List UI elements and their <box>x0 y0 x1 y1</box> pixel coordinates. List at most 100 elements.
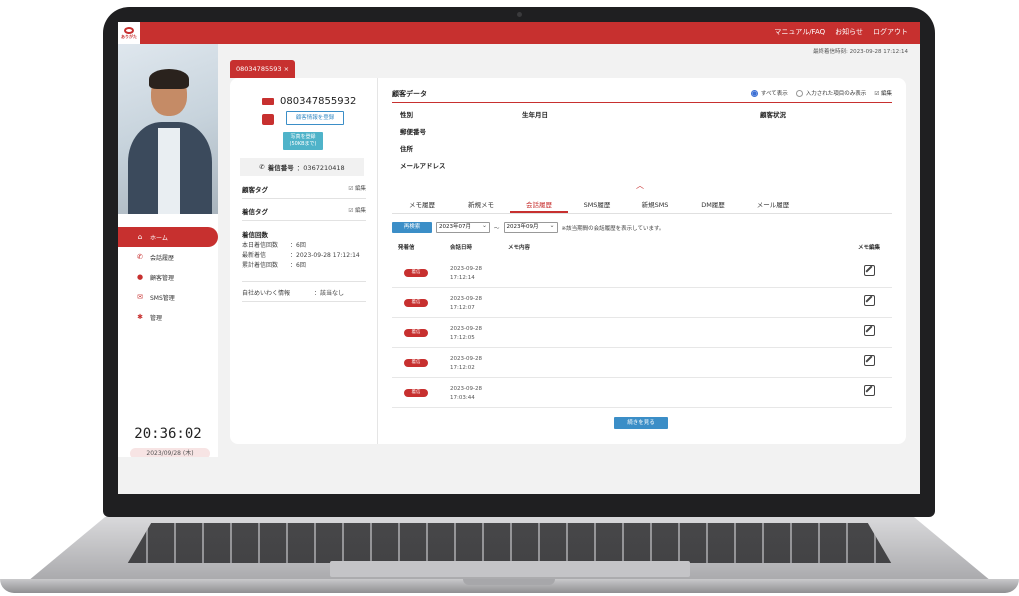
close-icon[interactable]: × <box>284 65 289 73</box>
tab-new-sms[interactable]: 新規SMS <box>626 198 684 213</box>
edit-customer-data-button[interactable]: ☑ 編集 <box>874 89 892 97</box>
edit-memo-icon[interactable] <box>864 385 875 396</box>
tab-memo-history[interactable]: メモ履歴 <box>392 198 452 213</box>
table-row: 着信 2023-09-28 17:12:07 <box>392 288 892 318</box>
field-birthday: 生年月日 <box>522 111 548 119</box>
photo-button-label: 写真を登録 <box>290 134 316 140</box>
phone-icon: ✆ <box>259 163 265 171</box>
edit-memo-icon[interactable] <box>864 355 875 366</box>
video-call-icon[interactable] <box>262 98 274 105</box>
page-footer <box>118 457 920 494</box>
phone-row: 080347855932 <box>262 96 356 107</box>
home-icon: ⌂ <box>137 233 143 241</box>
customer-data-title: 顧客データ <box>392 90 427 98</box>
call-datetime: 2023-09-28 17:03:44 <box>450 386 482 401</box>
tab-call-history[interactable]: 会話履歴 <box>510 198 568 213</box>
tab-mail-history[interactable]: メール履歴 <box>742 198 804 213</box>
sidebar-item-customers[interactable]: ● 顧客管理 <box>118 267 218 287</box>
tab-sms-history[interactable]: SMS履歴 <box>568 198 626 213</box>
customer-data-header: 顧客データ すべて表示 入力された項目のみ表示 ☑ 編集 <box>392 89 892 103</box>
sidebar-item-call-history[interactable]: ✆ 会話履歴 <box>118 247 218 267</box>
load-more-button[interactable]: 続きを見る <box>614 417 668 429</box>
call-history-table: 着信 2023-09-28 17:12:14 着信 2023-09-28 17:12… <box>392 258 892 408</box>
period-to-select[interactable]: 2023年09月 <box>503 221 558 233</box>
edit-memo-icon[interactable] <box>864 265 875 276</box>
phone-icon: ✆ <box>137 253 143 261</box>
sidebar-item-label: ホーム <box>150 234 168 242</box>
sidebar-item-home[interactable]: ⌂ ホーム <box>118 227 218 247</box>
incoming-tag-row: 着信タグ ☑ 編集 <box>242 206 366 221</box>
research-button[interactable]: 再検索 <box>392 222 432 233</box>
table-row: 着信 2023-09-28 17:12:14 <box>392 258 892 288</box>
sidebar-item-label: 会話履歴 <box>150 254 175 262</box>
header-memo-edit: メモ編集 <box>858 245 881 251</box>
webcam <box>517 12 522 17</box>
call-datetime: 2023-09-28 17:12:14 <box>450 266 482 281</box>
field-gender: 性別 <box>400 111 413 119</box>
user-icon: ● <box>136 273 144 281</box>
call-datetime: 2023-09-28 17:12:07 <box>450 296 482 311</box>
field-status: 顧客状況 <box>760 111 786 119</box>
top-nav: マニュアル/FAQ お知らせ ログアウト <box>774 27 908 37</box>
table-row: 着信 2023-09-28 17:12:02 <box>392 348 892 378</box>
sidebar-item-sms[interactable]: ✉ SMS管理 <box>118 287 218 307</box>
tab-label: 08034785593 <box>236 65 282 73</box>
table-header: 発着信 会話日時 メモ内容 メモ編集 <box>392 243 892 253</box>
app-logo[interactable]: ありがた <box>118 22 140 44</box>
table-row: 着信 2023-09-28 17:03:44 <box>392 378 892 408</box>
logo-text: ありがた <box>121 34 137 39</box>
collapse-caret-icon[interactable]: ︿ <box>636 180 644 191</box>
keyboard <box>127 523 892 563</box>
last-call-time: 最終着信時刻: 2023-09-28 17:12:14 <box>812 49 908 55</box>
call-datetime: 2023-09-28 17:12:05 <box>450 326 482 341</box>
register-customer-button[interactable]: 顧客情報を登録 <box>286 111 344 125</box>
edit-incoming-tag-button[interactable]: ☑ 編集 <box>348 206 366 216</box>
radio-show-all[interactable]: すべて表示 <box>750 89 788 97</box>
incoming-badge: 着信 <box>404 359 428 367</box>
photo-button-sublabel: (50KBまで) <box>289 141 317 147</box>
radio-show-filled[interactable]: 入力された項目のみ表示 <box>795 89 866 97</box>
top-bar: ありがた マニュアル/FAQ お知らせ ログアウト <box>118 22 920 44</box>
field-address: 住所 <box>400 145 413 153</box>
call-datetime: 2023-09-28 17:12:02 <box>450 356 482 371</box>
period-filter: 再検索 2023年07月 〜 2023年09月 ※該当期間の会話履歴を表示してい… <box>392 221 665 233</box>
header-memo: メモ内容 <box>508 245 531 251</box>
trackpad <box>330 561 690 577</box>
tab-customer[interactable]: 08034785593 × <box>230 60 296 78</box>
edit-memo-icon[interactable] <box>864 295 875 306</box>
customer-phone: 080347855932 <box>280 96 357 107</box>
customer-card: 080347855932 顧客情報を登録 写真を登録 (50KBまで) ✆ 着信… <box>230 78 906 444</box>
call-count-title: 着信回数 <box>242 231 268 239</box>
period-from-select[interactable]: 2023年07月 <box>436 221 490 233</box>
incoming-tag-label: 着信タグ <box>242 208 268 216</box>
period-note: ※該当期間の会話履歴を表示しています。 <box>561 225 665 232</box>
app-screen: ありがた マニュアル/FAQ お知らせ ログアウト 最終着信時刻: 2023-0… <box>118 22 920 494</box>
customer-tag-row: 顧客タグ ☑ 編集 <box>242 184 366 199</box>
sidebar: ⌂ ホーム ✆ 会話履歴 ● 顧客管理 ✉ SMS管理 ✱ 管理 20:36:0… <box>118 44 218 494</box>
customer-summary: 080347855932 顧客情報を登録 写真を登録 (50KBまで) ✆ 着信… <box>230 78 378 444</box>
incoming-label: 着信番号 <box>267 164 294 172</box>
lock-icon[interactable] <box>262 114 274 125</box>
total-count: 累計着信回数 ：6回 <box>242 262 306 269</box>
external-info: 自社めいわく情報 ：該当なし <box>242 281 366 302</box>
incoming-badge: 着信 <box>404 389 428 397</box>
notice-link[interactable]: お知らせ <box>835 27 863 37</box>
gear-icon: ✱ <box>137 313 143 321</box>
manual-faq-link[interactable]: マニュアル/FAQ <box>774 27 825 37</box>
tab-new-memo[interactable]: 新規メモ <box>452 198 510 213</box>
sidebar-item-admin[interactable]: ✱ 管理 <box>118 307 218 327</box>
register-photo-button[interactable]: 写真を登録 (50KBまで) <box>283 132 323 150</box>
field-postal: 郵便番号 <box>400 128 426 136</box>
sidebar-item-label: 管理 <box>150 314 163 322</box>
tab-dm-history[interactable]: DM履歴 <box>684 198 742 213</box>
edit-customer-tag-button[interactable]: ☑ 編集 <box>348 184 366 194</box>
incoming-value: ：0367210418 <box>296 164 345 172</box>
latest-call: 最新着信 ：2023-09-28 17:12:14 <box>242 252 360 259</box>
clock: 20:36:02 <box>134 426 202 442</box>
period-separator: 〜 <box>494 225 500 232</box>
table-row: 着信 2023-09-28 17:12:05 <box>392 318 892 348</box>
edit-memo-icon[interactable] <box>864 325 875 336</box>
sidebar-item-label: SMS管理 <box>150 294 175 302</box>
side-nav: ⌂ ホーム ✆ 会話履歴 ● 顧客管理 ✉ SMS管理 ✱ 管理 <box>118 227 218 327</box>
logout-link[interactable]: ログアウト <box>873 27 908 37</box>
